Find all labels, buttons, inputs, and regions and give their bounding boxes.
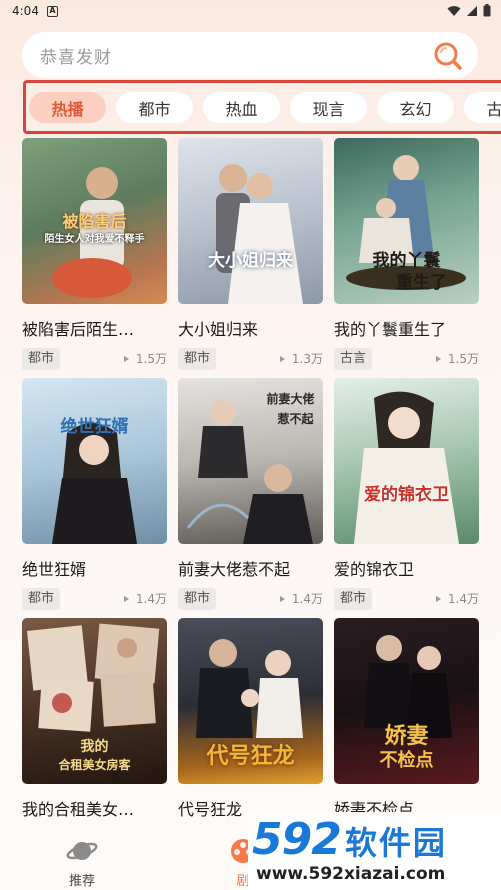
drama-title[interactable]: 爱的锦衣卫: [334, 556, 479, 580]
drama-poster[interactable]: 大小姐归来: [178, 138, 323, 304]
view-count: 1.4万: [279, 590, 323, 607]
genre-badge: 都市: [178, 348, 217, 370]
drama-card[interactable]: 爱的锦衣卫 爱的锦衣卫 都市 1.4万: [334, 378, 479, 610]
drama-card[interactable]: 绝世狂婿 绝世狂婿 都市 1.4万: [22, 378, 167, 610]
poster-title-art: 代号狂龙: [206, 743, 295, 769]
drama-poster[interactable]: 爱的锦衣卫: [334, 378, 479, 544]
view-count-value: 1.4万: [135, 592, 167, 606]
poster-subtitle-art: 惹不起: [277, 412, 314, 426]
drama-title[interactable]: 绝世狂婿: [22, 556, 167, 580]
drama-card[interactable]: 我的丫鬟 重生了 我的丫鬟重生了 古言 1.5万: [334, 138, 479, 370]
drama-poster[interactable]: 绝世狂婿: [22, 378, 167, 544]
drama-card[interactable]: 前妻大佬 惹不起 前妻大佬惹不起 都市 1.4万: [178, 378, 323, 610]
view-count: 1.4万: [123, 590, 167, 607]
drama-title[interactable]: 前妻大佬惹不起: [178, 556, 323, 580]
status-time: 4:04: [12, 4, 39, 18]
watermark-name: 软件园: [344, 824, 447, 862]
drama-poster[interactable]: 我的丫鬟 重生了: [334, 138, 479, 304]
drama-card[interactable]: 被陷害后 陌生女人对我爱不释手 被陷害后陌生… 都市 1.5万: [22, 138, 167, 370]
view-count-value: 1.5万: [135, 352, 167, 366]
drama-poster[interactable]: 我的 合租美女房客: [22, 618, 167, 784]
drama-poster[interactable]: 前妻大佬 惹不起: [178, 378, 323, 544]
watermark: 592 软件园 www.592xiazai.com: [248, 812, 501, 890]
search-placeholder: 恭喜发财: [40, 47, 112, 68]
drama-title[interactable]: 我的丫鬟重生了: [334, 316, 479, 340]
poster-subtitle-art: 陌生女人对我爱不释手: [44, 234, 145, 245]
notification-icon: A: [46, 5, 58, 17]
search-bar[interactable]: 恭喜发财: [22, 32, 478, 78]
drama-card[interactable]: 代号狂龙 代号狂龙: [178, 618, 323, 819]
drama-card[interactable]: 大小姐归来 大小姐归来 都市 1.3万: [178, 138, 323, 370]
play-icon: [123, 355, 129, 362]
wifi-icon: [447, 5, 461, 16]
tab-ancient-romance[interactable]: 古言: [464, 92, 501, 123]
play-icon: [279, 355, 285, 362]
drama-card[interactable]: 我的 合租美女房客 我的合租美女…: [22, 618, 167, 819]
watermark-number: 592: [252, 814, 342, 865]
tab-urban[interactable]: 都市: [116, 92, 193, 123]
genre-badge: 都市: [334, 588, 373, 610]
view-count: 1.3万: [279, 350, 323, 367]
watermark-logo: 592 软件园: [252, 814, 447, 865]
drama-meta: 都市 1.3万: [178, 348, 323, 370]
status-bar: 4:04 A: [0, 0, 501, 22]
poster-title-art: 大小姐归来: [208, 251, 293, 271]
category-tabs: 热播 都市 热血 现言 玄幻 古言: [29, 92, 501, 123]
genre-badge: 古言: [334, 348, 373, 370]
drama-poster[interactable]: 娇妻 不检点: [334, 618, 479, 784]
drama-meta: 古言 1.5万: [334, 348, 479, 370]
drama-meta: 都市 1.4万: [334, 588, 479, 610]
poster-subtitle-art: 不检点: [379, 750, 434, 771]
drama-title[interactable]: 我的合租美女…: [22, 796, 167, 820]
poster-figure-icon: [52, 423, 137, 544]
play-icon: [435, 355, 441, 362]
view-count-value: 1.3万: [291, 352, 323, 366]
poster-title-art: 绝世狂婿: [60, 417, 129, 437]
tab-fantasy[interactable]: 玄幻: [377, 92, 454, 123]
play-icon: [435, 595, 441, 602]
category-tab-strip: 热播 都市 热血 现言 玄幻 古言: [23, 80, 501, 134]
drama-title[interactable]: 大小姐归来: [178, 316, 323, 340]
genre-badge: 都市: [22, 588, 61, 610]
poster-title-art: 前妻大佬: [266, 392, 315, 406]
play-icon: [123, 595, 129, 602]
view-count-value: 1.4万: [291, 592, 323, 606]
drama-meta: 都市 1.4万: [22, 588, 167, 610]
poster-figure-icon: [216, 164, 303, 304]
poster-figure-icon: [354, 391, 459, 544]
genre-badge: 都市: [178, 588, 217, 610]
poster-title-art: 被陷害后: [62, 212, 127, 231]
drama-poster[interactable]: 代号狂龙: [178, 618, 323, 784]
poster-subtitle-art: 重生了: [396, 273, 447, 293]
nav-recommend[interactable]: 推荐: [66, 836, 98, 889]
signal-icon: [467, 5, 477, 16]
drama-title[interactable]: 被陷害后陌生…: [22, 316, 167, 340]
poster-subtitle-art: 合租美女房客: [58, 758, 131, 772]
tab-hot[interactable]: 热播: [29, 92, 106, 123]
drama-meta: 都市 1.5万: [22, 348, 167, 370]
tab-modern-romance[interactable]: 现言: [290, 92, 367, 123]
status-icons: [447, 4, 491, 17]
view-count: 1.5万: [435, 350, 479, 367]
watermark-url: www.592xiazai.com: [256, 864, 446, 884]
poster-title-art: 爱的锦衣卫: [364, 485, 449, 505]
poster-title-art: 我的: [80, 739, 109, 755]
nav-label: 推荐: [68, 874, 95, 889]
play-icon: [279, 595, 285, 602]
view-count: 1.4万: [435, 590, 479, 607]
drama-card[interactable]: 娇妻 不检点 娇妻不检点: [334, 618, 479, 819]
planet-icon: [66, 842, 98, 860]
view-count-value: 1.5万: [447, 352, 479, 366]
view-count-value: 1.4万: [447, 592, 479, 606]
battery-icon: [483, 4, 491, 17]
tab-passion[interactable]: 热血: [203, 92, 280, 123]
search-icon[interactable]: [432, 40, 464, 72]
drama-meta: 都市 1.4万: [178, 588, 323, 610]
view-count: 1.5万: [123, 350, 167, 367]
drama-poster[interactable]: 被陷害后 陌生女人对我爱不释手: [22, 138, 167, 304]
genre-badge: 都市: [22, 348, 61, 370]
